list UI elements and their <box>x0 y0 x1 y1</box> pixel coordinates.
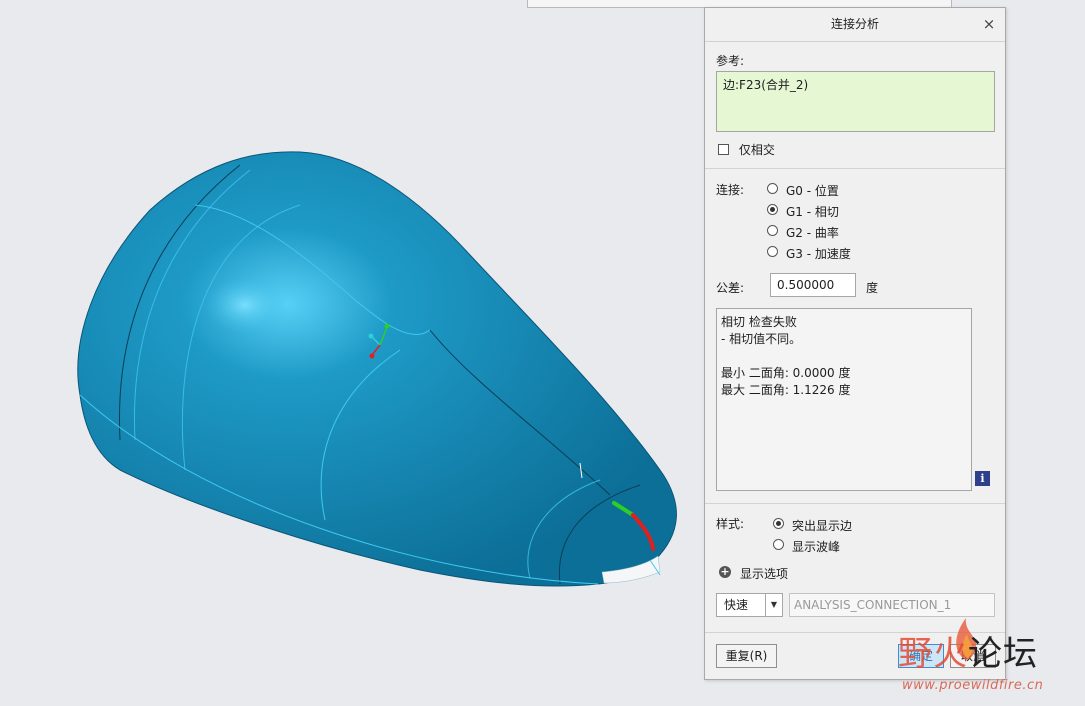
intersect-only-checkbox[interactable]: 仅相交 <box>718 141 775 158</box>
expand-plus-icon[interactable]: + <box>719 566 731 578</box>
intersect-only-label: 仅相交 <box>738 143 775 157</box>
result-line: 最小 二面角: 0.0000 度 <box>721 366 851 380</box>
radio-highlight-edge[interactable] <box>773 518 784 529</box>
info-icon[interactable]: i <box>975 471 990 486</box>
reference-value: 边:F23(合并_2) <box>723 78 809 92</box>
divider <box>705 503 1005 504</box>
watermark-url: www.proewildfire.cn <box>902 678 1044 693</box>
radio-g1-label: G1 - 相切 <box>786 205 839 219</box>
radio-g0[interactable] <box>767 183 778 194</box>
radio-highlight-edge-label: 突出显示边 <box>792 519 853 533</box>
radio-g2[interactable] <box>767 225 778 236</box>
result-line: 相切 检查失败 <box>721 315 797 329</box>
radio-g2-label: G2 - 曲率 <box>786 226 839 240</box>
checkbox-box[interactable] <box>718 144 729 155</box>
radio-g3-label: G3 - 加速度 <box>786 247 851 261</box>
result-text-area: 相切 检查失败 - 相切值不同。最小 二面角: 0.0000 度最大 二面角: 1… <box>716 308 972 491</box>
reference-label: 参考: <box>716 54 745 68</box>
mode-select-value: 快速 <box>724 598 749 612</box>
watermark-text: 野火论坛 <box>898 626 1038 675</box>
radio-g0-label: G0 - 位置 <box>786 184 839 198</box>
watermark-text-red: 野火 <box>898 634 968 674</box>
tolerance-input[interactable]: 0.500000 <box>770 273 856 297</box>
repeat-button[interactable]: 重复(R) <box>716 644 777 668</box>
reference-collector[interactable]: 边:F23(合并_2) <box>716 71 995 132</box>
radio-show-peaks[interactable] <box>773 539 784 550</box>
connection-label: 连接: <box>716 183 745 197</box>
result-line: 最大 二面角: 1.1226 度 <box>721 383 851 397</box>
dialog-title: 连接分析 <box>830 17 879 31</box>
watermark-text-dark: 论坛 <box>968 634 1038 674</box>
dropdown-arrow-icon[interactable]: ▼ <box>765 594 782 616</box>
tolerance-unit: 度 <box>866 281 879 295</box>
display-options-label[interactable]: 显示选项 <box>740 565 788 582</box>
radio-g1[interactable] <box>767 204 778 215</box>
result-line: - 相切值不同。 <box>721 332 802 346</box>
style-label: 样式: <box>716 517 745 531</box>
result-line <box>721 348 967 365</box>
dialog-titlebar[interactable]: 连接分析 × <box>705 8 1005 42</box>
radio-show-peaks-label: 显示波峰 <box>792 540 841 554</box>
connection-analysis-dialog: 连接分析 × 参考: 边:F23(合并_2) 仅相交 连接: G0 - 位置 G… <box>704 7 1006 680</box>
radio-g3[interactable] <box>767 246 778 257</box>
watermark-logo: 野火论坛 www.proewildfire.cn <box>898 612 1078 702</box>
divider <box>705 168 1005 169</box>
mode-select[interactable]: 快速 ▼ <box>716 593 783 617</box>
close-icon[interactable]: × <box>981 8 997 41</box>
tolerance-label: 公差: <box>716 281 745 295</box>
canopy-surface[interactable] <box>77 151 677 587</box>
